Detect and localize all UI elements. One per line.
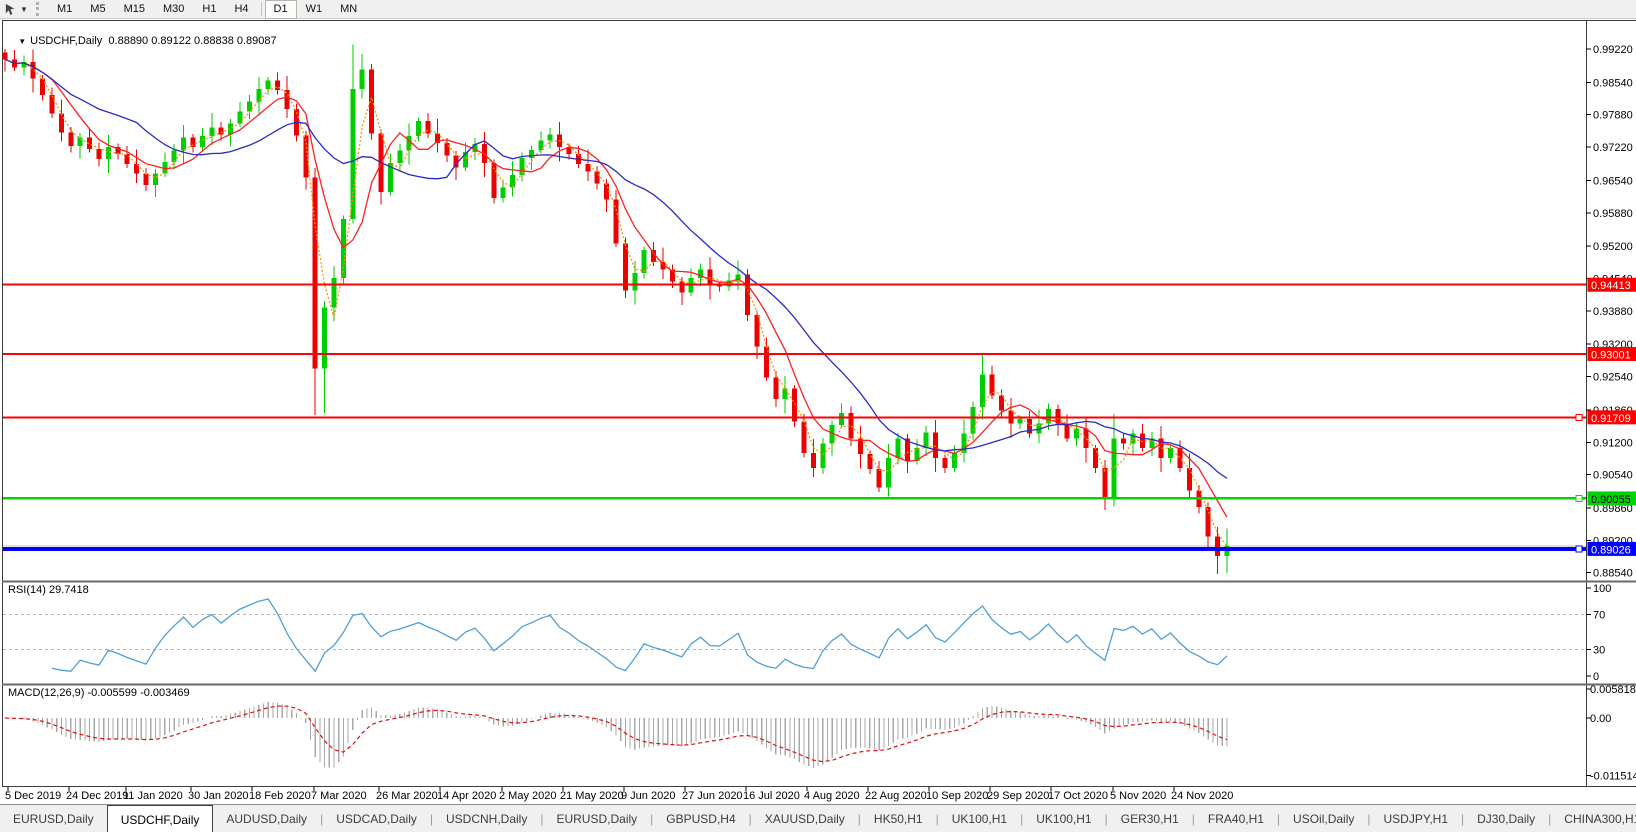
tab-usdchf-daily[interactable]: USDCHF,Daily [107, 805, 214, 832]
tab-uk100-h1[interactable]: UK100,H1 [939, 805, 1020, 832]
tab-ger30-h1[interactable]: GER30,H1 [1108, 805, 1192, 832]
date-axis-label: 27 Jun 2020 [682, 790, 743, 802]
tab-usdcad-daily[interactable]: USDCAD,Daily [323, 805, 430, 832]
date-axis-label: 29 Sep 2020 [987, 790, 1049, 802]
timeframe-button-w1[interactable]: W1 [297, 0, 332, 19]
hline-price-tag-label: 0.90055 [1591, 494, 1631, 506]
price-axis-label: 0.98540 [1593, 77, 1633, 89]
tab-usdcnh-daily[interactable]: USDCNH,Daily [433, 805, 540, 832]
chart-title: ▼ USDCHF,Daily 0.88890 0.89122 0.88838 0.… [6, 23, 277, 59]
rsi-axis-label: 30 [1593, 645, 1605, 657]
rsi-line [52, 599, 1227, 671]
ma-fast-line [5, 59, 1227, 546]
timeframe-toolbar: ▼ M1M5M15M30H1H4 D1W1MN [0, 0, 1636, 19]
rsi-axis-label: 0 [1593, 671, 1599, 683]
chart-title-collapse-icon[interactable]: ▼ [18, 37, 26, 46]
date-axis-label: 9 Jun 2020 [621, 790, 675, 802]
date-axis-label: 26 Mar 2020 [376, 790, 438, 802]
tab-gbpusd-h4[interactable]: GBPUSD,H4 [653, 805, 748, 832]
date-axis-label: 21 May 2020 [560, 790, 624, 802]
tab-hk50-h1[interactable]: HK50,H1 [861, 805, 936, 832]
date-axis-label: 18 Feb 2020 [249, 790, 311, 802]
price-axis-label: 0.96540 [1593, 175, 1633, 187]
toolbar-grip[interactable] [36, 2, 44, 16]
tab-xauusd-daily[interactable]: XAUUSD,Daily [752, 805, 858, 832]
hline-handle[interactable] [1576, 546, 1582, 552]
timeframe-button-m30[interactable]: M30 [154, 0, 193, 19]
mt4-window: { "toolbar": { "cursor_tool": "cursor", … [0, 0, 1636, 832]
chart-tab-bar: EURUSD,DailyUSDCHF,DailyAUDUSD,Daily|USD… [0, 804, 1636, 832]
candles-layer [3, 45, 1230, 575]
macd-indicator-label: MACD(12,26,9) -0.005599 -0.003469 [8, 687, 190, 699]
chart-canvas[interactable]: 0.99220 0.98540 0.97880 0.97220 0.96540 0.958… [0, 0, 1636, 832]
chart-title-symbol: USDCHF,Daily [30, 35, 102, 47]
hline-price-tag-label: 0.94413 [1591, 280, 1631, 292]
date-axis-label: 24 Nov 2020 [1171, 790, 1233, 802]
price-axis-label: 0.93880 [1593, 306, 1633, 318]
date-axis-label: 16 Jul 2020 [743, 790, 800, 802]
date-axis-label: 4 Aug 2020 [804, 790, 860, 802]
timeframe-button-m5[interactable]: M5 [81, 0, 114, 19]
price-axis-label: 0.95880 [1593, 208, 1633, 220]
date-axis-label: 30 Jan 2020 [188, 790, 249, 802]
tab-china300-h1[interactable]: CHINA300,H1 [1551, 805, 1636, 832]
date-axis-label: 2 May 2020 [499, 790, 556, 802]
date-axis-label: 5 Nov 2020 [1110, 790, 1166, 802]
macd-histogram [4, 702, 1227, 768]
price-axis-label: 0.95200 [1593, 241, 1633, 253]
timeframe-button-d1[interactable]: D1 [265, 0, 297, 19]
timeframe-button-m1[interactable]: M1 [48, 0, 81, 19]
timeframe-button-h1[interactable]: H1 [193, 0, 225, 19]
price-axis-label: 0.97220 [1593, 142, 1633, 154]
timeframe-button-mn[interactable]: MN [331, 0, 366, 19]
timeframe-button-m15[interactable]: M15 [115, 0, 154, 19]
tab-audusd-daily[interactable]: AUDUSD,Daily [213, 805, 320, 832]
macd-axis-label: 0.005818 [1590, 684, 1636, 696]
hline-price-tag-label: 0.93001 [1591, 349, 1631, 361]
hline-price-tag-label: 0.89026 [1591, 544, 1631, 556]
cursor-tool-icon[interactable] [2, 1, 18, 17]
date-axis-label: 5 Dec 2019 [5, 790, 61, 802]
rsi-axis-label: 70 [1593, 609, 1605, 621]
tab-usoil-daily[interactable]: USOil,Daily [1280, 805, 1367, 832]
price-axis-label: 0.97880 [1593, 110, 1633, 122]
ma-medium-line [5, 59, 1227, 517]
tab-fra40-h1[interactable]: FRA40,H1 [1195, 805, 1277, 832]
hline-handle[interactable] [1576, 414, 1582, 420]
rsi-axis-label: 100 [1593, 583, 1611, 595]
date-axis-label: 22 Aug 2020 [865, 790, 927, 802]
tab-uk100-h1[interactable]: UK100,H1 [1023, 805, 1104, 832]
ma-slow-line [5, 59, 1227, 478]
tab-eurusd-daily[interactable]: EURUSD,Daily [0, 805, 107, 832]
price-axis-label: 0.88540 [1593, 568, 1633, 580]
hline-handle[interactable] [1576, 495, 1582, 501]
macd-axis-label: -0.011514 [1590, 770, 1636, 782]
tab-usdjpy-h1[interactable]: USDJPY,H1 [1371, 805, 1461, 832]
price-axis-label: 0.92540 [1593, 372, 1633, 384]
chevron-down-icon[interactable]: ▼ [18, 5, 30, 14]
date-axis-label: 14 Apr 2020 [437, 790, 496, 802]
date-axis-label: 7 Mar 2020 [311, 790, 367, 802]
date-axis-label: 17 Oct 2020 [1048, 790, 1108, 802]
price-axis-label: 0.90540 [1593, 470, 1633, 482]
tab-eurusd-daily[interactable]: EURUSD,Daily [543, 805, 650, 832]
hline-price-tag-label: 0.91709 [1591, 413, 1631, 425]
price-axis-label: 0.91200 [1593, 437, 1633, 449]
price-axis-label: 0.99220 [1593, 44, 1633, 56]
date-axis-label: 10 Sep 2020 [926, 790, 988, 802]
date-axis-label: 24 Dec 2019 [66, 790, 128, 802]
tab-dj30-daily[interactable]: DJ30,Daily [1464, 805, 1548, 832]
chart-title-ohlc: 0.88890 0.89122 0.88838 0.89087 [108, 35, 276, 47]
date-axis-label: 11 Jan 2020 [123, 790, 183, 802]
macd-axis-label: 0.00 [1590, 713, 1611, 725]
rsi-indicator-label: RSI(14) 29.7418 [8, 584, 89, 596]
toolbar-separator [261, 2, 262, 16]
timeframe-button-h4[interactable]: H4 [225, 0, 257, 19]
